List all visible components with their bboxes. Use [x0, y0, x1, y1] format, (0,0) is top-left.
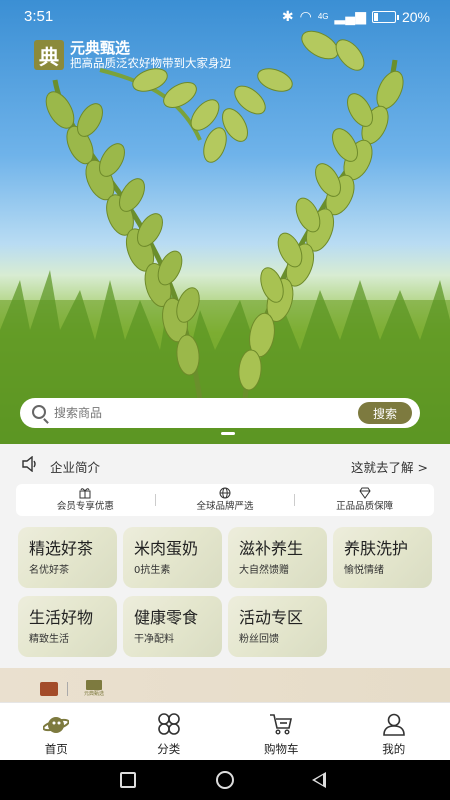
category-subtitle: 大自然馈赠	[239, 565, 289, 576]
brand-logo: 典	[34, 40, 64, 70]
search-input[interactable]	[54, 398, 344, 428]
category-title: 生活好物	[29, 608, 94, 627]
battery-icon	[371, 10, 399, 23]
promo-label: 会员专享优惠	[56, 501, 114, 512]
category-card-snacks[interactable]: 健康零食 干净配料	[123, 596, 222, 657]
bluetooth-icon: ✱	[281, 8, 294, 24]
company-intro-label: 企业简介	[50, 460, 101, 475]
partner-logo	[40, 682, 58, 696]
divider	[67, 682, 68, 696]
bottom-tab-bar: 首页 分类 购物车 我的	[0, 702, 450, 760]
status-time: 3:51	[24, 8, 54, 25]
category-subtitle: 精致生活	[29, 634, 69, 645]
category-subtitle: 愉悦情绪	[344, 565, 384, 576]
promo-global-brands: 全球品牌严选	[156, 484, 295, 516]
speaker-icon	[22, 456, 36, 472]
diamond-icon	[359, 487, 371, 499]
category-title: 精选好茶	[29, 539, 94, 558]
system-nav-bar	[0, 760, 450, 800]
category-subtitle: 粉丝回馈	[239, 634, 279, 645]
brand: 典 元典甄选 把高品质泛农好物带到大家身边	[34, 40, 231, 70]
gift-icon	[79, 488, 91, 499]
brand-slogan: 把高品质泛农好物带到大家身边	[70, 56, 231, 70]
brand-logo-small: 元典甄选	[82, 680, 106, 697]
category-title: 养肤洗护	[344, 539, 409, 558]
promo-bar: 会员专享优惠 全球品牌严选 正品品质保障	[16, 484, 434, 516]
back-button[interactable]	[312, 772, 326, 788]
category-title: 滋补养生	[239, 539, 304, 558]
category-card-skincare[interactable]: 养肤洗护 愉悦情绪	[333, 527, 432, 588]
category-title: 活动专区	[239, 608, 304, 627]
tab-label: 我的	[382, 742, 406, 756]
user-icon	[382, 713, 405, 736]
carousel-indicator[interactable]	[221, 432, 235, 435]
promo-member-discount: 会员专享优惠	[16, 484, 155, 516]
brand-logo-text: 元典甄选	[83, 691, 104, 697]
category-subtitle: 名优好茶	[29, 565, 69, 576]
category-card-rice-meat-egg-milk[interactable]: 米肉蛋奶 0抗生素	[123, 527, 222, 588]
grid-icon	[157, 713, 180, 735]
category-card-lifestyle[interactable]: 生活好物 精致生活	[18, 596, 117, 657]
category-title: 健康零食	[134, 608, 199, 627]
home-button[interactable]	[216, 771, 234, 789]
tab-label: 购物车	[264, 742, 299, 756]
promo-banner[interactable]: 元典甄选	[0, 668, 450, 702]
wifi-icon: ◠	[299, 8, 312, 24]
cart-icon	[270, 714, 293, 735]
tab-profile[interactable]: 我的	[338, 703, 450, 760]
tab-label: 分类	[157, 742, 181, 756]
tab-cart[interactable]: 购物车	[225, 703, 338, 760]
category-subtitle: 干净配料	[134, 634, 174, 645]
category-card-events[interactable]: 活动专区 粉丝回馈	[228, 596, 327, 657]
battery-percent: 20%	[401, 8, 430, 25]
category-subtitle: 0抗生素	[134, 565, 171, 576]
hero-banner[interactable]: 3:51 ✱ ◠ 4G ▂▄▆ 20% 典 元典甄选 把高品质泛农好物带到大家身…	[0, 0, 450, 444]
planet-icon	[43, 717, 70, 733]
recent-apps-button[interactable]	[120, 772, 136, 788]
tab-label: 首页	[44, 742, 68, 756]
promo-quality-guarantee: 正品品质保障	[295, 484, 434, 516]
signal-icon: ▂▄▆	[334, 8, 366, 24]
category-card-health[interactable]: 滋补养生 大自然馈赠	[228, 527, 327, 588]
tab-category[interactable]: 分类	[113, 703, 226, 760]
brand-name: 元典甄选	[70, 39, 131, 57]
promo-label: 正品品质保障	[336, 501, 394, 512]
promo-label: 全球品牌严选	[196, 501, 254, 512]
status-icons: ✱ ◠ 4G ▂▄▆ 20%	[282, 8, 430, 25]
company-intro-row[interactable]: 企业简介 这就去了解 >	[0, 444, 450, 484]
category-title: 米肉蛋奶	[134, 539, 199, 558]
tab-home[interactable]: 首页	[0, 703, 113, 760]
globe-icon	[219, 487, 231, 499]
status-bar: 3:51 ✱ ◠ 4G ▂▄▆ 20%	[0, 0, 450, 32]
category-card-tea[interactable]: 精选好茶 名优好茶	[18, 527, 117, 588]
signal-type: 4G	[317, 12, 329, 21]
search-icon	[32, 405, 46, 419]
search-button[interactable]: 搜索	[358, 402, 412, 424]
search-bar[interactable]: 搜索	[20, 398, 420, 428]
company-intro-link[interactable]: 这就去了解 >	[351, 457, 428, 476]
